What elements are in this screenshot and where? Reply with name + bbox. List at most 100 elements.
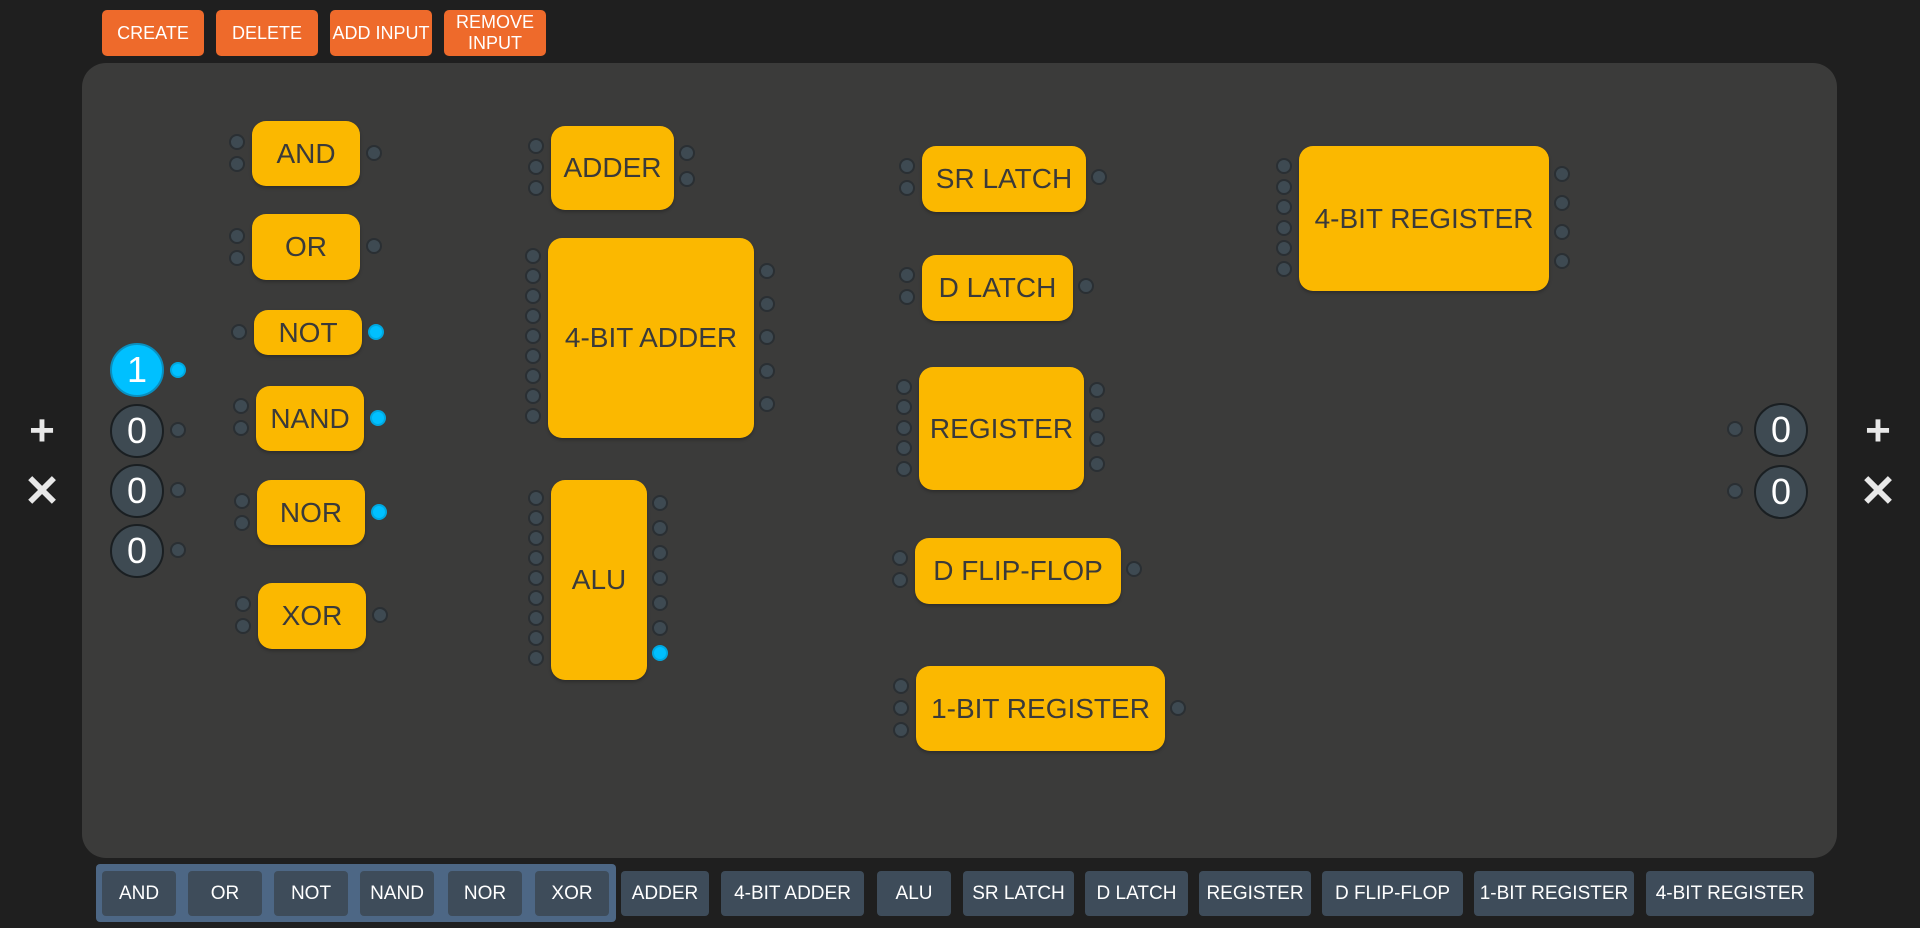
palette-item-4-bit-register[interactable]: 4-BIT REGISTER (1646, 871, 1814, 916)
palette-item-or[interactable]: OR (188, 871, 262, 916)
nor-gate-input-pin[interactable] (234, 493, 250, 509)
alu-input-pin[interactable] (528, 570, 544, 586)
d-latch-output-pin[interactable] (1078, 278, 1094, 294)
4-bit-adder-output-pin[interactable] (759, 296, 775, 312)
4-bit-adder-input-pin[interactable] (525, 388, 541, 404)
register-input-pin[interactable] (896, 461, 912, 477)
alu-input-pin[interactable] (528, 490, 544, 506)
adder-output-pin[interactable] (679, 145, 695, 161)
alu-output-pin[interactable] (652, 595, 668, 611)
nor-gate-input-pin[interactable] (234, 515, 250, 531)
sr-latch-gate[interactable]: SR LATCH (922, 146, 1086, 212)
alu-input-pin[interactable] (528, 650, 544, 666)
register-output-pin[interactable] (1089, 382, 1105, 398)
register-input-pin[interactable] (896, 399, 912, 415)
or-gate-input-pin[interactable] (229, 250, 245, 266)
or-gate[interactable]: OR (252, 214, 360, 280)
or-gate-input-pin[interactable] (229, 228, 245, 244)
d-latch-gate[interactable]: D LATCH (922, 255, 1073, 321)
4-bit-register-input-pin[interactable] (1276, 261, 1292, 277)
output-node-1-pin[interactable] (1727, 421, 1743, 437)
alu-output-pin[interactable] (652, 570, 668, 586)
sr-latch-input-pin[interactable] (899, 180, 915, 196)
4-bit-adder-output-pin[interactable] (759, 363, 775, 379)
4-bit-adder-input-pin[interactable] (525, 368, 541, 384)
add-input-button[interactable]: ADD INPUT (330, 10, 432, 56)
alu-input-pin[interactable] (528, 510, 544, 526)
remove-input-button[interactable]: REMOVE INPUT (444, 10, 546, 56)
adder-input-pin[interactable] (528, 159, 544, 175)
4-bit-register-input-pin[interactable] (1276, 199, 1292, 215)
delete-button[interactable]: DELETE (216, 10, 318, 56)
palette-item-d-latch[interactable]: D LATCH (1085, 871, 1188, 916)
create-button[interactable]: CREATE (102, 10, 204, 56)
input-node-3[interactable]: 0 (110, 464, 164, 518)
register-output-pin[interactable] (1089, 431, 1105, 447)
palette-item-xor[interactable]: XOR (535, 871, 609, 916)
alu-output-pin[interactable] (652, 620, 668, 636)
not-gate[interactable]: NOT (254, 310, 362, 355)
1-bit-register-input-pin[interactable] (893, 678, 909, 694)
alu-input-pin[interactable] (528, 610, 544, 626)
nor-gate-output-pin[interactable] (371, 504, 387, 520)
palette-item-sr-latch[interactable]: SR LATCH (963, 871, 1074, 916)
xor-gate-input-pin[interactable] (235, 618, 251, 634)
input-node-1[interactable]: 1 (110, 343, 164, 397)
circuit-canvas[interactable]: 1 0 0 0 0 0 AND OR NOT NAND NOR XOR ADDE… (82, 63, 1837, 858)
palette-item-1-bit-register[interactable]: 1-BIT REGISTER (1474, 871, 1634, 916)
remove-output-close-icon[interactable]: ✕ (1858, 470, 1898, 514)
4-bit-adder-input-pin[interactable] (525, 308, 541, 324)
palette-item-and[interactable]: AND (102, 871, 176, 916)
4-bit-register-output-pin[interactable] (1554, 195, 1570, 211)
alu-output-pin[interactable] (652, 545, 668, 561)
output-node-2[interactable]: 0 (1754, 465, 1808, 519)
sr-latch-input-pin[interactable] (899, 158, 915, 174)
register-input-pin[interactable] (896, 379, 912, 395)
register-output-pin[interactable] (1089, 456, 1105, 472)
alu-output-pin[interactable] (652, 495, 668, 511)
4-bit-register-output-pin[interactable] (1554, 253, 1570, 269)
d-flip-flop-input-pin[interactable] (892, 550, 908, 566)
palette-item-not[interactable]: NOT (274, 871, 348, 916)
nand-gate[interactable]: NAND (256, 386, 364, 451)
4-bit-adder-output-pin[interactable] (759, 329, 775, 345)
add-output-plus-icon[interactable]: + (1858, 409, 1898, 453)
4-bit-adder-input-pin[interactable] (525, 348, 541, 364)
4-bit-register-input-pin[interactable] (1276, 220, 1292, 236)
4-bit-register-output-pin[interactable] (1554, 224, 1570, 240)
4-bit-register-input-pin[interactable] (1276, 179, 1292, 195)
palette-item-nor[interactable]: NOR (448, 871, 522, 916)
4-bit-adder-input-pin[interactable] (525, 288, 541, 304)
d-latch-input-pin[interactable] (899, 289, 915, 305)
alu-gate[interactable]: ALU (551, 480, 647, 680)
and-gate[interactable]: AND (252, 121, 360, 186)
1-bit-register-input-pin[interactable] (893, 722, 909, 738)
xor-gate-input-pin[interactable] (235, 596, 251, 612)
d-flip-flop-output-pin[interactable] (1126, 561, 1142, 577)
input-node-2[interactable]: 0 (110, 404, 164, 458)
input-node-4[interactable]: 0 (110, 524, 164, 578)
4-bit-register-input-pin[interactable] (1276, 158, 1292, 174)
4-bit-register-input-pin[interactable] (1276, 240, 1292, 256)
input-node-3-pin[interactable] (170, 482, 186, 498)
alu-input-pin[interactable] (528, 550, 544, 566)
4-bit-adder-input-pin[interactable] (525, 328, 541, 344)
register-input-pin[interactable] (896, 440, 912, 456)
4-bit-adder-input-pin[interactable] (525, 268, 541, 284)
alu-output-pin[interactable] (652, 645, 668, 661)
adder-input-pin[interactable] (528, 138, 544, 154)
4-bit-register-gate[interactable]: 4-BIT REGISTER (1299, 146, 1549, 291)
output-node-2-pin[interactable] (1727, 483, 1743, 499)
adder-gate[interactable]: ADDER (551, 126, 674, 210)
sr-latch-output-pin[interactable] (1091, 169, 1107, 185)
palette-item-adder[interactable]: ADDER (621, 871, 709, 916)
input-node-2-pin[interactable] (170, 422, 186, 438)
alu-input-pin[interactable] (528, 630, 544, 646)
alu-output-pin[interactable] (652, 520, 668, 536)
not-gate-output-pin[interactable] (368, 324, 384, 340)
nand-gate-input-pin[interactable] (233, 420, 249, 436)
1-bit-register-output-pin[interactable] (1170, 700, 1186, 716)
nor-gate[interactable]: NOR (257, 480, 365, 545)
and-gate-input-pin[interactable] (229, 134, 245, 150)
4-bit-adder-input-pin[interactable] (525, 248, 541, 264)
